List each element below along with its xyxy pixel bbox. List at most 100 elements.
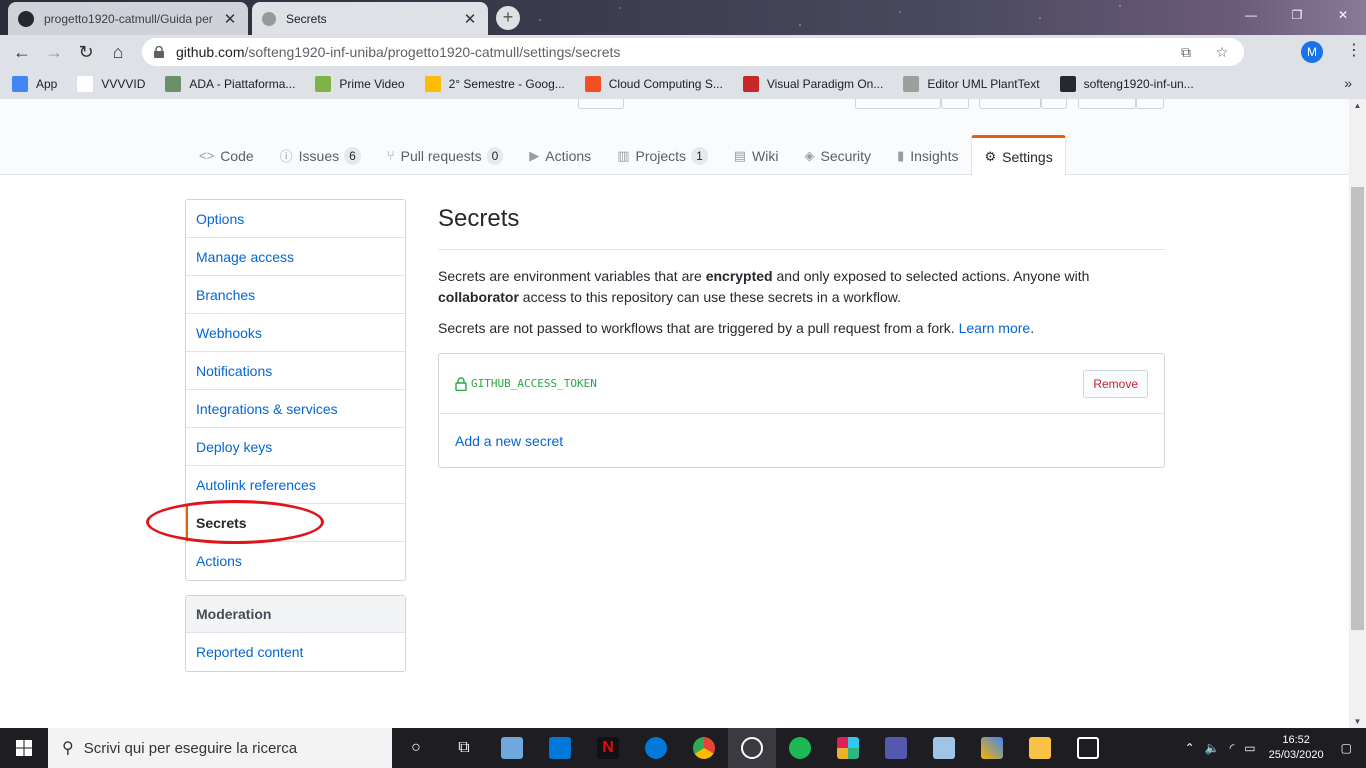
tab-actions[interactable]: ▶ Actions — [516, 135, 604, 175]
remove-button[interactable]: Remove — [1083, 369, 1148, 398]
netflix-icon[interactable]: N — [584, 728, 632, 768]
battery-icon[interactable]: ▭ — [1244, 741, 1255, 755]
learn-more-link[interactable]: Learn more — [959, 320, 1031, 336]
edge-icon[interactable] — [632, 728, 680, 768]
bookmark-item[interactable]: softeng1920-inf-un... — [1059, 76, 1194, 92]
bookmark-item[interactable]: Prime Video — [315, 76, 405, 92]
secrets-panel: Secrets Secrets are environment variable… — [438, 199, 1165, 468]
apps-grid-icon — [12, 76, 28, 92]
tab-security[interactable]: ◈ Security — [791, 135, 884, 175]
fork-note: Secrets are not passed to workflows that… — [438, 320, 1035, 336]
menu-item-secrets[interactable]: Secrets — [186, 504, 405, 542]
star-icon[interactable]: ☆ — [1212, 44, 1232, 61]
menu-item-reported-content[interactable]: Reported content — [186, 633, 405, 671]
slack-icon[interactable] — [824, 728, 872, 768]
task-view-icon[interactable]: ⧉ — [440, 728, 488, 768]
subhead: Secrets — [438, 199, 1165, 250]
browser-tab-active[interactable]: Secrets ✕ — [252, 2, 488, 35]
mail-icon[interactable] — [536, 728, 584, 768]
bookmark-item[interactable]: ADA - Piattaforma... — [165, 76, 295, 92]
cortana-icon[interactable]: ○ — [392, 728, 440, 768]
scrollbar-thumb[interactable] — [1351, 187, 1364, 630]
minimize-button[interactable]: — — [1228, 0, 1274, 30]
tab-projects[interactable]: ▥ Projects 1 — [604, 135, 721, 175]
github-icon — [18, 10, 34, 27]
computer-icon[interactable] — [488, 728, 536, 768]
gear-icon: ⚙ — [984, 149, 997, 164]
clock[interactable]: 16:52 25/03/2020 — [1269, 733, 1324, 763]
page-content: <> Code ⓘ Issues 6 ⑂ Pull requests 0 ▶ Actions ▥ Pr… — [0, 99, 1366, 728]
virtualbox-icon[interactable] — [920, 728, 968, 768]
wifi-icon[interactable]: ◜ — [1230, 741, 1235, 755]
tab-title: Secrets — [286, 11, 327, 26]
planttext-icon — [903, 76, 920, 92]
new-tab-button[interactable]: + — [496, 6, 520, 30]
browser-tab[interactable]: progetto1920-catmull/Guida per ✕ — [8, 2, 248, 35]
menu-item-deploy-keys[interactable]: Deploy keys — [186, 428, 405, 466]
close-window-button[interactable]: ✕ — [1320, 0, 1366, 30]
close-icon[interactable]: ✕ — [462, 10, 478, 28]
windows-icon — [16, 740, 32, 756]
start-button[interactable] — [0, 728, 48, 768]
tab-wiki[interactable]: ▤ Wiki — [721, 135, 792, 175]
spotify-icon[interactable] — [776, 728, 824, 768]
menu-item-options[interactable]: Options — [186, 200, 405, 238]
scroll-up-icon[interactable]: ▲ — [1349, 101, 1366, 110]
chevron-up-icon[interactable]: ⌃ — [1185, 741, 1195, 755]
github-desktop-icon[interactable] — [728, 728, 776, 768]
tab-pull-requests[interactable]: ⑂ Pull requests 0 — [374, 135, 516, 175]
bookmark-item[interactable]: Cloud Computing S... — [584, 76, 723, 92]
home-button[interactable]: ⌂ — [102, 38, 134, 66]
settings-menu: Options Manage access Branches Webhooks Noti… — [185, 199, 406, 581]
add-secret-link[interactable]: Add a new secret — [455, 433, 563, 449]
teams-icon[interactable] — [872, 728, 920, 768]
more-menu-icon[interactable]: ⋮ — [1346, 40, 1362, 60]
tab-issues[interactable]: ⓘ Issues 6 — [267, 135, 374, 175]
counter-badge: 0 — [486, 146, 504, 165]
menu-item-integrations-services[interactable]: Integrations & services — [186, 390, 405, 428]
close-icon[interactable]: ✕ — [222, 10, 238, 28]
address-bar[interactable]: github.com/softeng1920-inf-uniba/progett… — [142, 38, 1244, 66]
book-icon: ▤ — [733, 147, 747, 163]
tab-settings[interactable]: ⚙ Settings — [971, 135, 1066, 176]
tab-code[interactable]: <> Code — [186, 135, 267, 175]
scroll-down-icon[interactable]: ▼ — [1349, 717, 1366, 726]
menu-item-manage-access[interactable]: Manage access — [186, 238, 405, 276]
avatar[interactable]: M — [1301, 41, 1323, 63]
secret-name: GITHUB_ACCESS_TOKEN — [455, 376, 1083, 391]
visual-paradigm-icon — [742, 76, 759, 92]
counter-badge: 1 — [691, 146, 708, 165]
menu-item-notifications[interactable]: Notifications — [186, 352, 405, 390]
menu-item-branches[interactable]: Branches — [186, 276, 405, 314]
chrome-icon[interactable] — [680, 728, 728, 768]
taskbar-search[interactable]: ⚲ Scrivi qui per eseguire la ricerca — [48, 728, 392, 768]
bookmark-item[interactable]: VVVVID — [77, 76, 145, 92]
file-explorer-icon[interactable] — [1016, 728, 1064, 768]
issue-icon: ⓘ — [279, 149, 293, 164]
bookmark-item[interactable]: 2° Semestre - Goog... — [424, 76, 565, 92]
forward-button[interactable]: → — [38, 38, 70, 66]
translate-icon[interactable]: ⧉ — [1176, 44, 1196, 61]
vvvvid-icon — [77, 76, 94, 92]
tab-insights[interactable]: ▮ Insights — [884, 135, 971, 175]
microsoft-icon — [584, 76, 601, 92]
scrollbar[interactable]: ▲ ▼ — [1349, 99, 1366, 728]
volume-icon[interactable]: 🔈 — [1205, 741, 1220, 755]
menu-item-webhooks[interactable]: Webhooks — [186, 314, 405, 352]
menu-item-autolink-references[interactable]: Autolink references — [186, 466, 405, 504]
moderation-menu: Moderation Reported content — [185, 595, 406, 672]
back-button[interactable]: ← — [6, 38, 38, 66]
chevron-right-icon[interactable]: » — [1344, 75, 1352, 91]
maximize-button[interactable]: ❐ — [1274, 0, 1320, 30]
reload-button[interactable]: ↻ — [70, 38, 102, 66]
menu-item-actions[interactable]: Actions — [186, 542, 405, 580]
browser-tab-strip: progetto1920-catmull/Guida per ✕ Secrets… — [0, 0, 1366, 35]
pull-request-icon: ⑂ — [386, 148, 395, 163]
notifications-icon[interactable]: ▢ — [1341, 741, 1352, 755]
bookmark-item[interactable]: App — [12, 76, 57, 92]
git-icon[interactable] — [968, 728, 1016, 768]
bookmark-item[interactable]: Editor UML PlantText — [903, 76, 1040, 92]
bookmark-item[interactable]: Visual Paradigm On... — [742, 76, 883, 92]
moderation-heading: Moderation — [186, 596, 405, 633]
photos-icon[interactable] — [1064, 728, 1112, 768]
